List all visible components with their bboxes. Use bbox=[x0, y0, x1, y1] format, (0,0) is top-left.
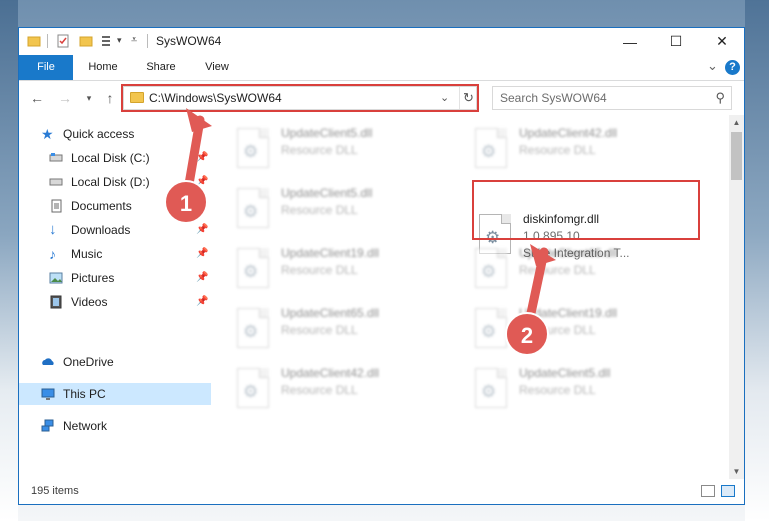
arrow-head-step-2 bbox=[530, 244, 556, 266]
step-2-badge: 2 bbox=[505, 312, 549, 356]
step-1-badge: 1 bbox=[164, 180, 208, 224]
annotation-arrows bbox=[183, 108, 556, 323]
arrow-head-step-1 bbox=[186, 108, 212, 132]
